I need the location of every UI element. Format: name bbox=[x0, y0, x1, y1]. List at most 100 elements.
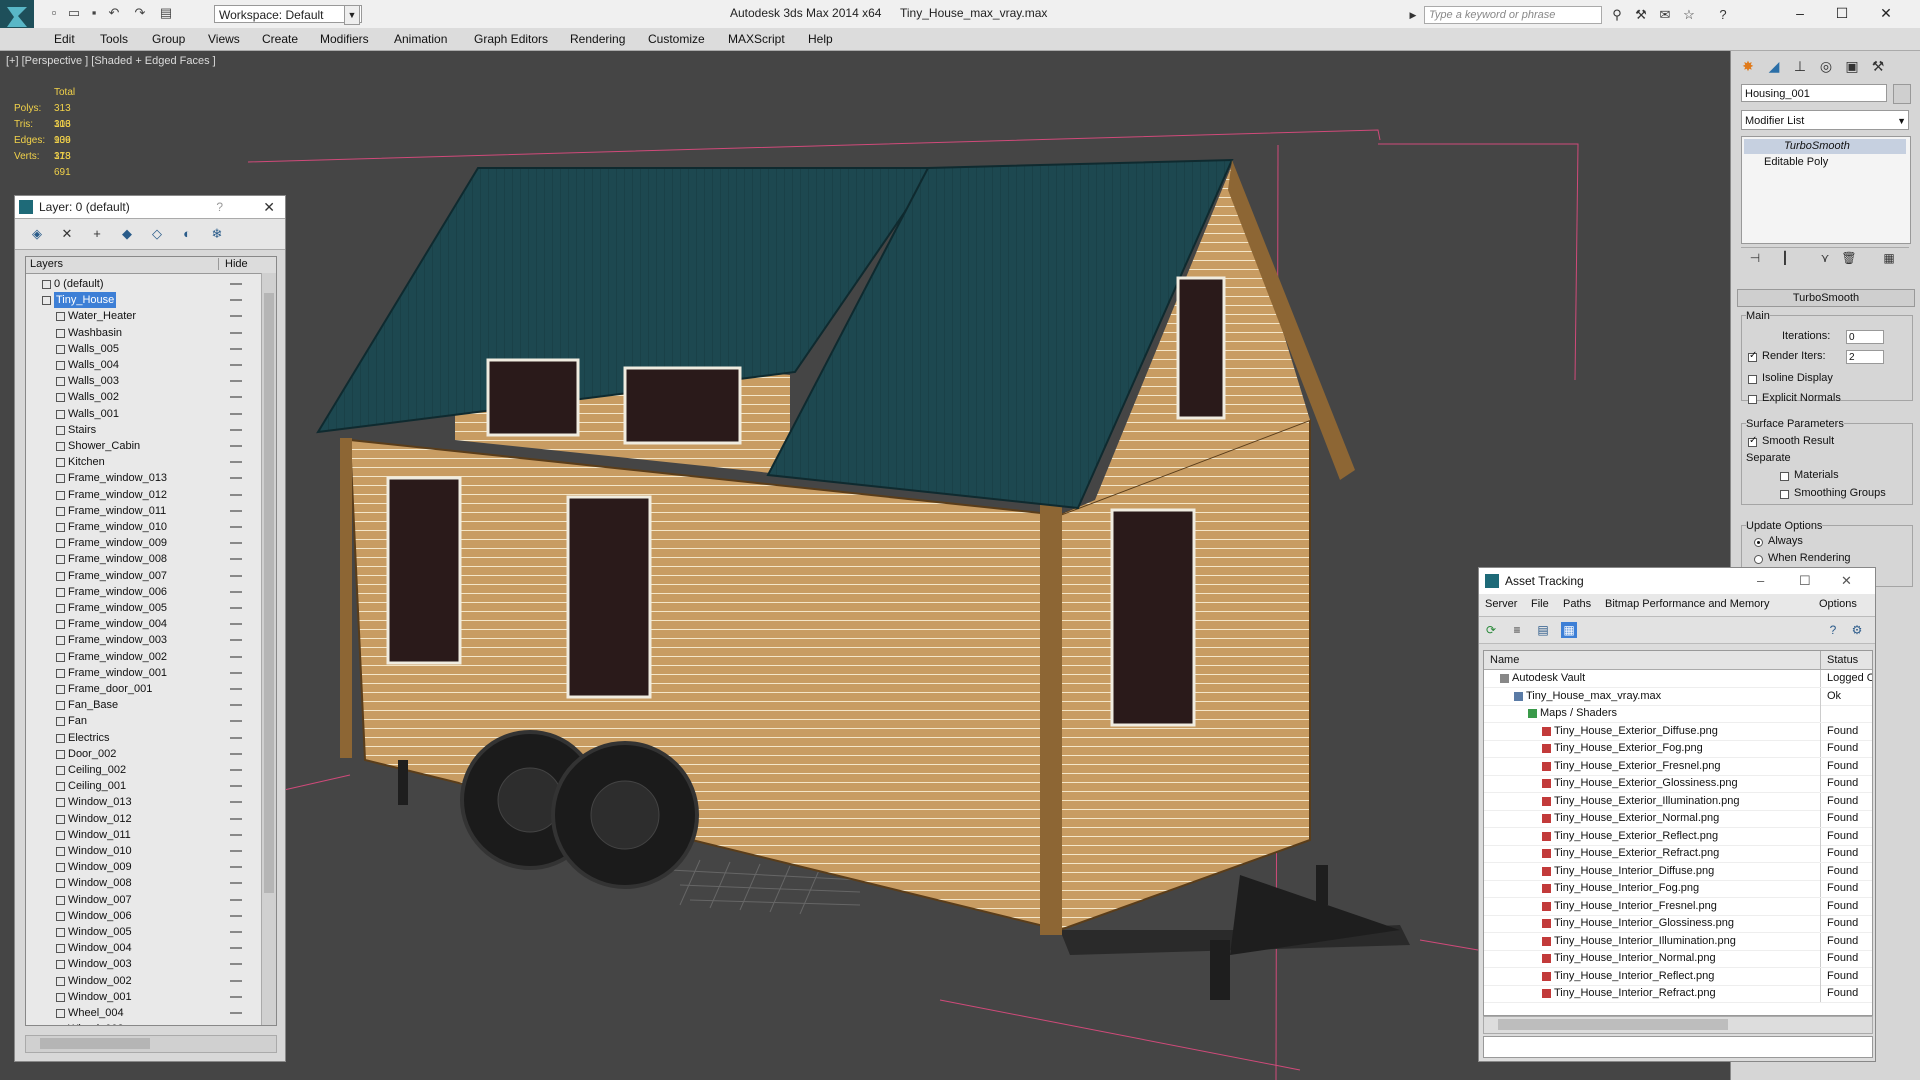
asset-row[interactable]: Tiny_House_Interior_Fog.png Found bbox=[1484, 880, 1872, 898]
layer-row[interactable]: Window_007 bbox=[26, 892, 258, 908]
undo-icon[interactable]: ↶ bbox=[106, 5, 122, 21]
freeze-all-icon[interactable]: ❄ bbox=[209, 226, 225, 242]
layer-row[interactable]: Ceiling_001 bbox=[26, 778, 258, 794]
layer-row[interactable]: Frame_window_001 bbox=[26, 665, 258, 681]
hide-toggle[interactable] bbox=[230, 558, 242, 561]
close-button[interactable]: ✕ bbox=[1841, 568, 1852, 594]
menu-animation[interactable]: Animation bbox=[394, 32, 447, 46]
minimize-button[interactable]: – bbox=[1780, 2, 1820, 24]
stack-item-editable-poly[interactable]: Editable Poly bbox=[1744, 155, 1906, 170]
layer-row[interactable]: Kitchen bbox=[26, 454, 258, 470]
create-tab-icon[interactable]: ✸ bbox=[1737, 55, 1759, 77]
menu-rendering[interactable]: Rendering bbox=[570, 32, 625, 46]
layer-row[interactable]: Frame_window_009 bbox=[26, 535, 258, 551]
viewport-label[interactable]: [+] [Perspective ] [Shaded + Edged Faces… bbox=[6, 55, 216, 67]
layer-row[interactable]: Frame_window_010 bbox=[26, 519, 258, 535]
hide-toggle[interactable] bbox=[230, 623, 242, 626]
new-file-icon[interactable]: ▫ bbox=[46, 5, 62, 21]
asset-row[interactable]: Tiny_House_Exterior_Glossiness.png Found bbox=[1484, 775, 1872, 793]
menu-server[interactable]: Server bbox=[1485, 598, 1517, 610]
hide-toggle[interactable] bbox=[230, 947, 242, 950]
layer-row[interactable]: Window_013 bbox=[26, 794, 258, 810]
new-layer-icon[interactable]: ◈ bbox=[29, 226, 45, 242]
render-iters-checkbox[interactable] bbox=[1748, 350, 1757, 362]
layer-row[interactable]: Window_008 bbox=[26, 875, 258, 891]
layer-row[interactable]: Tiny_House bbox=[26, 292, 258, 309]
layer-row[interactable]: Ceiling_002 bbox=[26, 762, 258, 778]
layer-row[interactable]: Wheel_004 bbox=[26, 1005, 258, 1021]
explicit-normals-checkbox[interactable] bbox=[1748, 395, 1757, 404]
hide-toggle[interactable] bbox=[230, 850, 242, 852]
menu-customize[interactable]: Customize bbox=[648, 32, 705, 46]
layer-row[interactable]: Walls_005 bbox=[26, 341, 258, 357]
add-selection-icon[interactable]: + bbox=[89, 226, 105, 242]
binoculars-icon[interactable]: ⚲ bbox=[1608, 6, 1626, 24]
layer-row[interactable]: Window_010 bbox=[26, 843, 258, 859]
select-objects-icon[interactable]: ◆ bbox=[119, 226, 135, 242]
maximize-button[interactable]: ☐ bbox=[1822, 2, 1862, 24]
hide-toggle[interactable] bbox=[230, 801, 242, 804]
column-hide[interactable]: Hide bbox=[218, 258, 248, 270]
hide-toggle[interactable] bbox=[230, 671, 242, 674]
smoothing-groups-checkbox[interactable] bbox=[1780, 490, 1789, 499]
asset-tracking-titlebar[interactable]: Asset Tracking – ☐ ✕ bbox=[1479, 568, 1875, 594]
layer-row[interactable]: Frame_window_011 bbox=[26, 503, 258, 519]
asset-row[interactable]: Tiny_House_Interior_Illumination.png Foun… bbox=[1484, 932, 1872, 951]
motion-tab-icon[interactable]: ◎ bbox=[1815, 55, 1837, 77]
hide-toggle[interactable] bbox=[230, 898, 242, 901]
layer-row[interactable]: Frame_window_005 bbox=[26, 600, 258, 616]
open-file-icon[interactable]: ▭ bbox=[66, 5, 82, 21]
hide-toggle[interactable] bbox=[230, 817, 242, 820]
asset-row[interactable]: Tiny_House_Interior_Fresnel.png Found bbox=[1484, 897, 1872, 916]
hide-toggle[interactable] bbox=[230, 882, 242, 885]
menu-paths[interactable]: Paths bbox=[1563, 598, 1591, 610]
hide-toggle[interactable] bbox=[230, 769, 242, 771]
menu-views[interactable]: Views bbox=[208, 32, 240, 46]
hide-toggle[interactable] bbox=[230, 704, 242, 707]
pin-stack-icon[interactable]: ⊣ bbox=[1747, 251, 1763, 267]
menu-create[interactable]: Create bbox=[262, 32, 298, 46]
layer-row[interactable]: Frame_window_013 bbox=[26, 470, 258, 486]
asset-row[interactable]: Tiny_House_Interior_Normal.png Found bbox=[1484, 950, 1872, 968]
search-input[interactable]: Type a keyword or phrase bbox=[1424, 6, 1602, 24]
hide-toggle[interactable] bbox=[230, 639, 242, 642]
asset-row[interactable]: Tiny_House_Exterior_Normal.png Found bbox=[1484, 810, 1872, 828]
show-end-result-icon[interactable]: ┃ bbox=[1777, 251, 1793, 267]
menu-options[interactable]: Options bbox=[1819, 598, 1857, 610]
scroll-thumb[interactable] bbox=[264, 293, 274, 893]
layer-row[interactable]: Walls_002 bbox=[26, 389, 258, 405]
close-icon[interactable]: ✕ bbox=[263, 196, 275, 218]
remove-modifier-icon[interactable]: 🗑 bbox=[1841, 251, 1857, 267]
asset-row[interactable]: Tiny_House_Exterior_Reflect.png Found bbox=[1484, 827, 1872, 846]
hide-toggle[interactable] bbox=[230, 331, 242, 334]
hide-toggle[interactable] bbox=[230, 542, 242, 545]
smooth-result-checkbox[interactable] bbox=[1748, 435, 1757, 447]
menu-bitmap-performance[interactable]: Bitmap Performance and Memory bbox=[1605, 598, 1769, 610]
layer-row[interactable]: Frame_window_008 bbox=[26, 551, 258, 567]
hide-toggle[interactable] bbox=[230, 590, 242, 593]
menu-graph-editors[interactable]: Graph Editors bbox=[474, 32, 548, 46]
hide-toggle[interactable] bbox=[230, 866, 242, 869]
hide-toggle[interactable] bbox=[230, 396, 242, 399]
settings-icon[interactable]: ⚙ bbox=[1849, 622, 1865, 638]
menu-edit[interactable]: Edit bbox=[54, 32, 75, 46]
highlight-selected-icon[interactable]: ◇ bbox=[149, 226, 165, 242]
hide-all-icon[interactable]: ◐ bbox=[179, 226, 195, 242]
hide-toggle[interactable] bbox=[230, 785, 242, 788]
help-icon[interactable]: ? bbox=[1714, 6, 1732, 24]
hide-toggle[interactable] bbox=[230, 963, 242, 966]
subscription-icon[interactable]: ⚒ bbox=[1632, 6, 1650, 24]
workspace-menu-arrow-icon[interactable]: ▼ bbox=[344, 5, 360, 25]
hide-toggle[interactable] bbox=[230, 477, 242, 480]
layer-row[interactable]: Frame_door_001 bbox=[26, 681, 258, 697]
workspace-dropdown[interactable]: Workspace: Default ▼ bbox=[214, 5, 362, 23]
asset-row[interactable]: Tiny_House_Exterior_Diffuse.png Found bbox=[1484, 722, 1872, 741]
menu-modifiers[interactable]: Modifiers bbox=[320, 32, 369, 46]
layer-row[interactable]: Fan_Base bbox=[26, 697, 258, 713]
layer-row[interactable]: Window_012 bbox=[26, 811, 258, 827]
project-folder-icon[interactable]: ▤ bbox=[158, 5, 174, 21]
menu-file[interactable]: File bbox=[1531, 598, 1549, 610]
layer-row[interactable]: Frame_window_003 bbox=[26, 632, 258, 648]
hide-toggle[interactable] bbox=[230, 833, 242, 836]
hide-toggle[interactable] bbox=[230, 914, 242, 917]
